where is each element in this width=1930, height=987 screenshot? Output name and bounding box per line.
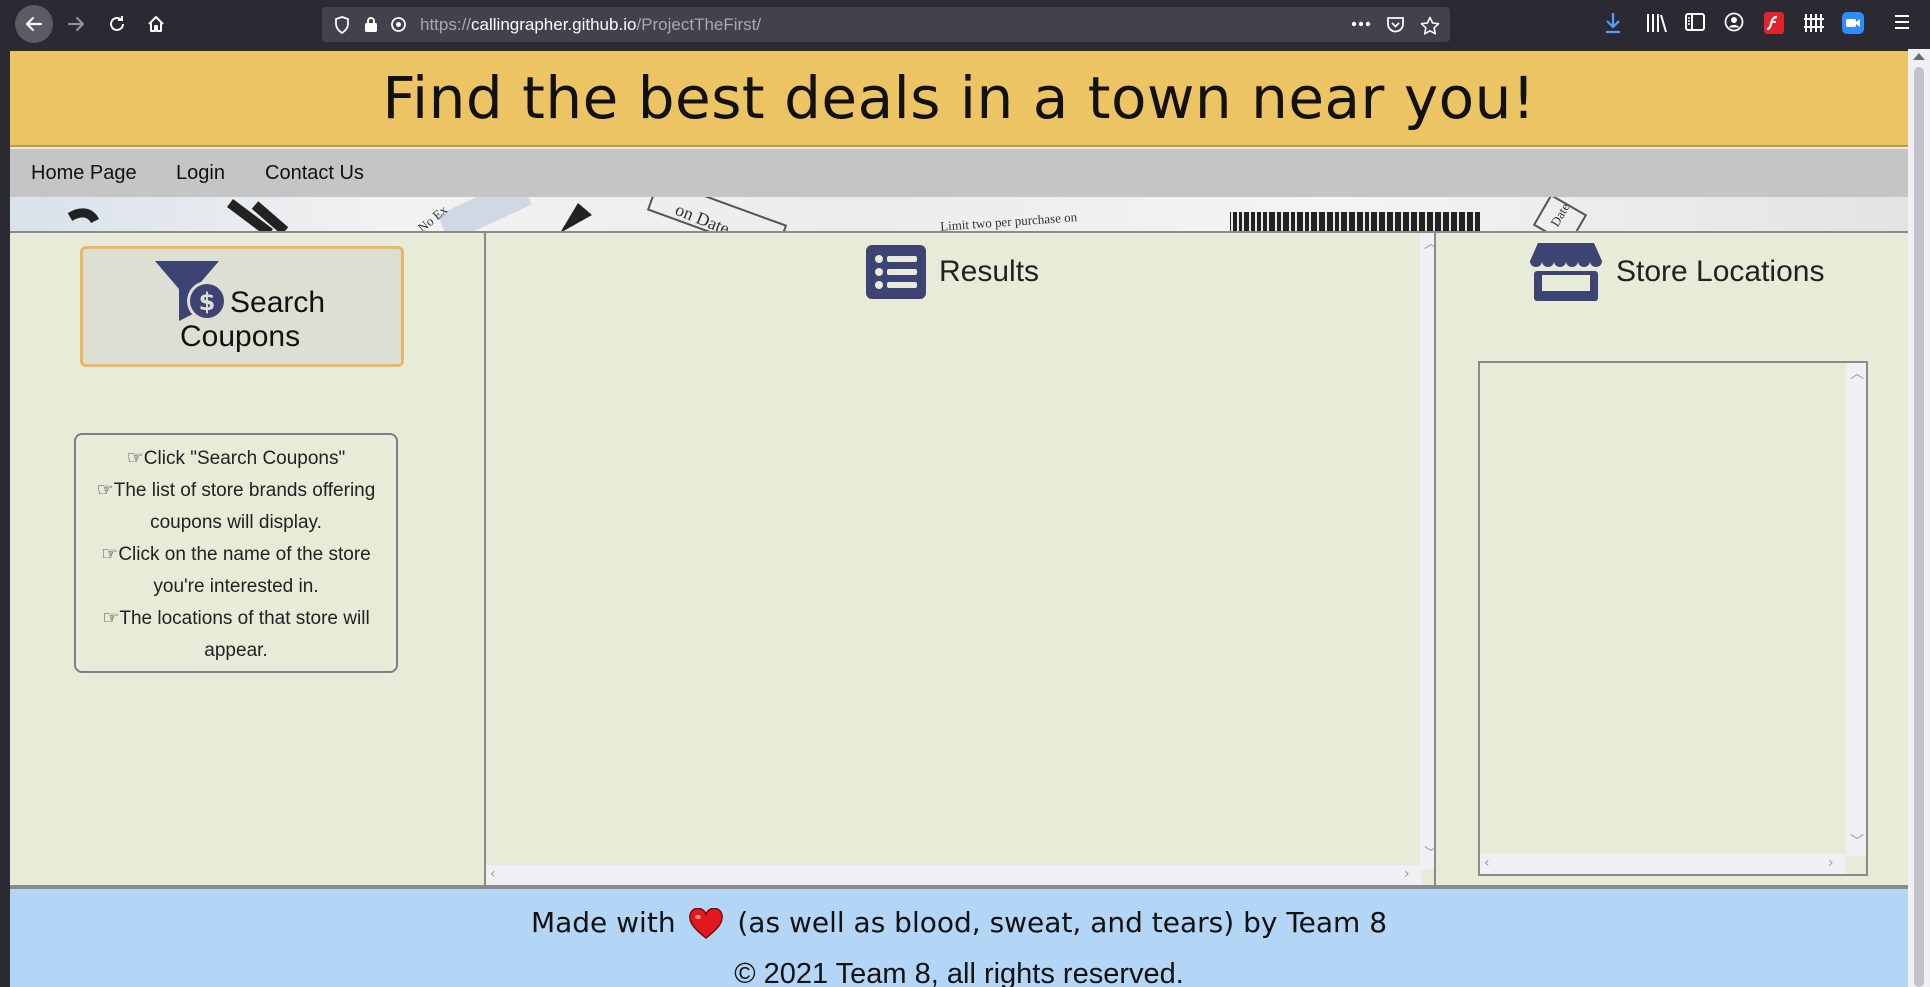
instruction-item: ☞The list of store brands offering coupo… <box>96 480 376 533</box>
store-icon <box>1530 243 1602 301</box>
arrow-right-icon <box>67 16 85 32</box>
nav-bar: Home Page Login Contact Us <box>10 149 1908 197</box>
scroll-right-chevron-icon[interactable]: › <box>1828 855 1834 871</box>
scroll-up-arrow[interactable] <box>1913 53 1925 60</box>
lock-icon[interactable] <box>364 16 378 33</box>
results-title: Results <box>939 255 1040 288</box>
forward-button[interactable] <box>57 5 95 43</box>
browser-toolbar: https://callingrapher.github.io/ProjectT… <box>0 0 1930 49</box>
arrow-left-icon <box>25 16 43 32</box>
funnel-dollar-icon: $ <box>155 261 227 321</box>
pocket-icon[interactable] <box>1386 16 1405 34</box>
heart-icon <box>689 908 724 939</box>
store-locations-list[interactable]: ︿ ﹀ ‹ › <box>1478 361 1868 876</box>
pointing-hand-icon: ☞ <box>102 608 120 629</box>
pointing-hand-icon: ☞ <box>101 544 119 565</box>
store-locations-title: Store Locations <box>1616 255 1825 288</box>
store-horizontal-scrollbar[interactable]: ‹ › <box>1480 854 1846 874</box>
site-title: Find the best deals in a town near you! <box>382 64 1536 132</box>
store-vertical-scrollbar[interactable]: ︿ ﹀ <box>1846 363 1866 856</box>
library-icon[interactable] <box>1645 12 1667 34</box>
fence-extension-icon[interactable] <box>1803 12 1825 34</box>
more-actions-icon[interactable] <box>1351 21 1371 27</box>
site-footer: Made with (as well as blood, sweat, and … <box>10 887 1908 987</box>
address-bar[interactable]: https://callingrapher.github.io/ProjectT… <box>322 7 1450 42</box>
shield-icon[interactable] <box>334 16 350 34</box>
back-button[interactable] <box>15 5 53 43</box>
svg-text:$: $ <box>199 288 216 316</box>
download-icon[interactable] <box>1604 12 1622 34</box>
flash-extension-icon[interactable] <box>1764 12 1784 34</box>
instruction-item: ☞Click on the name of the store you're i… <box>101 544 371 597</box>
bookmark-star-icon[interactable] <box>1420 16 1440 35</box>
account-icon[interactable] <box>1724 12 1744 32</box>
made-with-line: Made with (as well as blood, sweat, and … <box>530 906 1388 939</box>
scroll-left-chevron-icon[interactable]: ‹ <box>1484 855 1490 871</box>
search-coupons-label-1: Search <box>230 286 326 319</box>
tracking-icon[interactable] <box>390 16 407 33</box>
nav-home-page[interactable]: Home Page <box>31 162 137 185</box>
page-scrollbar-thumb[interactable] <box>1914 67 1924 987</box>
search-coupons-button[interactable]: $ Search Coupons <box>80 246 404 367</box>
search-coupons-label-2: Coupons <box>180 320 301 353</box>
reload-icon <box>110 16 124 31</box>
store-locations-heading: Store Locations <box>1530 241 1824 303</box>
copyright-text: © 2021 Team 8, all rights reserved. <box>734 958 1184 987</box>
scroll-up-chevron-icon[interactable]: ︿ <box>1850 363 1864 383</box>
site-header: Find the best deals in a town near you! <box>10 51 1908 147</box>
instructions-box: ☞Click "Search Coupons" ☞The list of sto… <box>74 433 398 673</box>
scroll-left-chevron-icon[interactable]: ‹ <box>490 866 496 882</box>
url-text[interactable]: https://callingrapher.github.io/ProjectT… <box>420 15 761 35</box>
results-heading: Results <box>866 245 1039 299</box>
sidebar-icon[interactable] <box>1684 12 1706 32</box>
page-scrollbar[interactable] <box>1908 49 1930 987</box>
results-horizontal-scrollbar[interactable]: ‹ › <box>486 865 1422 885</box>
pointing-hand-icon: ☞ <box>126 448 144 469</box>
store-locations-panel: Store Locations ︿ ﹀ ‹ › <box>1434 231 1908 887</box>
left-panel: $ Search Coupons ☞Click "Search Coupons"… <box>10 231 487 887</box>
list-icon <box>866 245 926 299</box>
instruction-item: ☞The locations of that store will appear… <box>102 608 370 661</box>
scroll-down-chevron-icon[interactable]: ﹀ <box>1850 831 1864 851</box>
home-icon <box>148 16 164 32</box>
results-panel: Results ︿ ﹀ ‹ › <box>484 231 1442 887</box>
zoom-extension-icon[interactable] <box>1842 12 1864 34</box>
nav-contact-us[interactable]: Contact Us <box>265 162 364 185</box>
pointing-hand-icon: ☞ <box>96 480 114 501</box>
scroll-right-chevron-icon[interactable]: › <box>1404 866 1410 882</box>
web-page: Find the best deals in a town near you! … <box>10 51 1908 987</box>
reload-button[interactable] <box>98 5 136 43</box>
home-button[interactable] <box>137 5 175 43</box>
instruction-item: ☞Click "Search Coupons" <box>126 448 346 469</box>
nav-login[interactable]: Login <box>176 162 225 185</box>
menu-icon[interactable] <box>1894 12 1910 32</box>
